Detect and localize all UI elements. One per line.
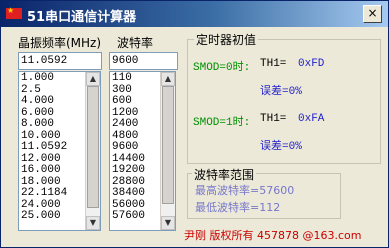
- crystal-scrollbar[interactable]: ▲ ▼: [85, 72, 100, 230]
- baud-list[interactable]: 110 300 600 1200 2400 4800 9600 14400 19200 28800…: [109, 71, 176, 231]
- range-group: 波特率范围 最高波特率=57600 最低波特率=112: [187, 166, 341, 219]
- timer-group-title: 定时器初值: [194, 31, 259, 48]
- smod0-th-label: TH1=: [260, 58, 287, 70]
- list-item[interactable]: 4.000: [21, 95, 67, 108]
- min-baud-text: 最低波特率=112: [195, 201, 281, 214]
- list-item[interactable]: 2400: [112, 118, 145, 131]
- list-item[interactable]: 16.000: [21, 164, 67, 177]
- list-item[interactable]: 22.1184: [21, 187, 67, 200]
- smod1-th-label: TH1=: [260, 113, 287, 125]
- smod0-label: SMOD=0时:: [193, 62, 251, 74]
- smod0-error: 误差=0%: [260, 86, 302, 98]
- baud-scrollbar[interactable]: ▲ ▼: [160, 72, 175, 230]
- list-item[interactable]: 1.000: [21, 72, 67, 85]
- list-item[interactable]: 8.000: [21, 118, 67, 131]
- list-item[interactable]: 25.000: [21, 210, 67, 223]
- smod1-th-value: 0xFA: [298, 113, 325, 125]
- smod0-th-value: 0xFD: [298, 58, 325, 70]
- baud-label: 波特率: [117, 36, 154, 50]
- scroll-down-icon[interactable]: ▼: [86, 216, 100, 230]
- list-item[interactable]: 600: [112, 95, 145, 108]
- title-bar[interactable]: ★ 51串口通信计算器 ×: [1, 1, 388, 27]
- smod1-error: 误差=0%: [260, 141, 302, 153]
- flag-icon: ★: [6, 6, 22, 19]
- crystal-list-rows: 1.000 2.5 4.000 6.000 8.000 10.000 11.0592 12.0…: [21, 72, 67, 223]
- close-button[interactable]: ×: [363, 5, 382, 23]
- scroll-down-icon[interactable]: ▼: [161, 216, 175, 230]
- baud-scroll-thumb[interactable]: [162, 86, 174, 204]
- copyright-text: 尹刚 版权所有 457878 @163.com: [184, 229, 362, 242]
- crystal-label: 晶振频率(MHz): [18, 36, 102, 50]
- timer-group: 定时器初值 SMOD=0时: TH1= 0xFD 误差=0% SMOD=1时: …: [187, 31, 381, 164]
- list-item[interactable]: 9600: [112, 141, 145, 154]
- window-title: 51串口通信计算器: [27, 10, 137, 25]
- smod1-label: SMOD=1时:: [193, 117, 251, 129]
- baud-input[interactable]: 9600: [109, 52, 178, 70]
- baud-list-rows: 110 300 600 1200 2400 4800 9600 14400 19200 28800…: [112, 72, 145, 223]
- list-item[interactable]: 38400: [112, 187, 145, 200]
- scroll-up-icon[interactable]: ▲: [161, 72, 175, 86]
- list-item[interactable]: 110: [112, 72, 145, 85]
- crystal-input[interactable]: 11.0592: [18, 52, 102, 70]
- max-baud-text: 最高波特率=57600: [195, 184, 295, 197]
- list-item[interactable]: 11.0592: [21, 141, 67, 154]
- app-window: ★ 51串口通信计算器 × 晶振频率(MHz) 11.0592 1.000 2.5…: [0, 0, 389, 248]
- range-group-title: 波特率范围: [192, 166, 257, 183]
- list-item[interactable]: 19200: [112, 164, 145, 177]
- crystal-list[interactable]: 1.000 2.5 4.000 6.000 8.000 10.000 11.0592 12.0…: [18, 71, 101, 231]
- crystal-scroll-thumb[interactable]: [87, 86, 99, 208]
- list-item[interactable]: 57600: [112, 210, 145, 223]
- scroll-up-icon[interactable]: ▲: [86, 72, 100, 86]
